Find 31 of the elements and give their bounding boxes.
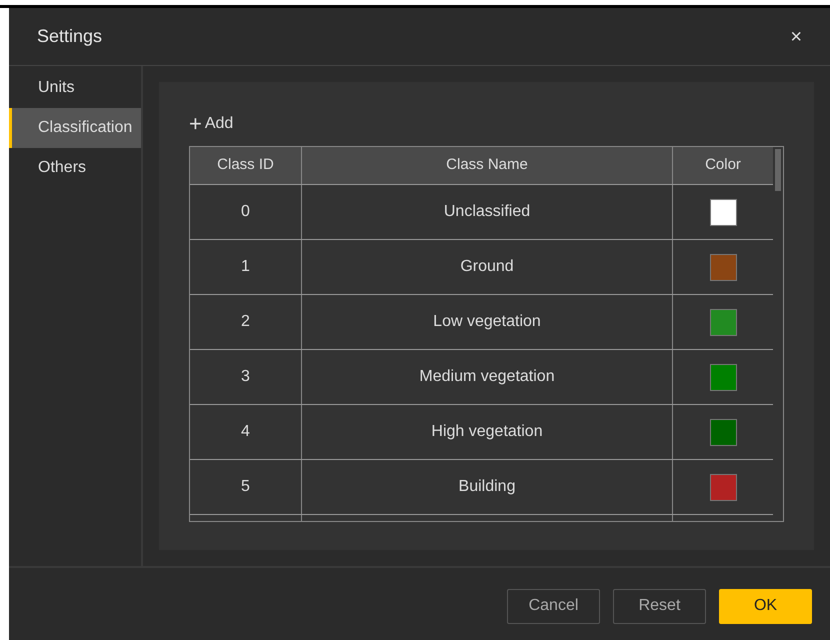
- color-swatch[interactable]: [710, 308, 736, 336]
- sidebar-item[interactable]: Classification: [9, 108, 141, 148]
- table-cell: 2: [190, 295, 302, 349]
- table-cell: Low vegetation: [302, 295, 673, 349]
- table-cell: Unclassified: [302, 185, 673, 239]
- color-swatch[interactable]: [710, 198, 736, 226]
- color-swatch[interactable]: [710, 364, 736, 390]
- window-title: Settings: [37, 25, 102, 48]
- scrollbar-thumb[interactable]: [775, 149, 781, 191]
- close-button[interactable]: ×: [790, 26, 802, 46]
- column-header: Class ID: [190, 147, 302, 184]
- column-header: Color: [704, 155, 742, 176]
- column-header: Class Name: [302, 147, 673, 184]
- table-cell: 5: [190, 460, 302, 514]
- secondary-button[interactable]: Reset: [613, 588, 706, 624]
- table-cell: Ground: [302, 240, 673, 294]
- color-swatch[interactable]: [710, 254, 736, 280]
- table-cell: 0: [190, 185, 302, 239]
- primary-button[interactable]: OK: [719, 588, 812, 624]
- add-button[interactable]: +Add: [189, 112, 234, 136]
- sidebar-item[interactable]: Others: [9, 148, 141, 188]
- color-swatch[interactable]: [710, 474, 736, 500]
- table-cell: 4: [190, 405, 302, 459]
- table-cell: 3: [190, 350, 302, 404]
- table-cell: High vegetation: [302, 405, 673, 459]
- table-cell: 1: [190, 240, 302, 294]
- table-cell: Medium vegetation: [302, 350, 673, 404]
- sidebar-item[interactable]: Units: [9, 68, 141, 108]
- color-swatch[interactable]: [710, 418, 736, 446]
- table-cell: Building: [302, 460, 673, 514]
- secondary-button[interactable]: Cancel: [507, 588, 600, 624]
